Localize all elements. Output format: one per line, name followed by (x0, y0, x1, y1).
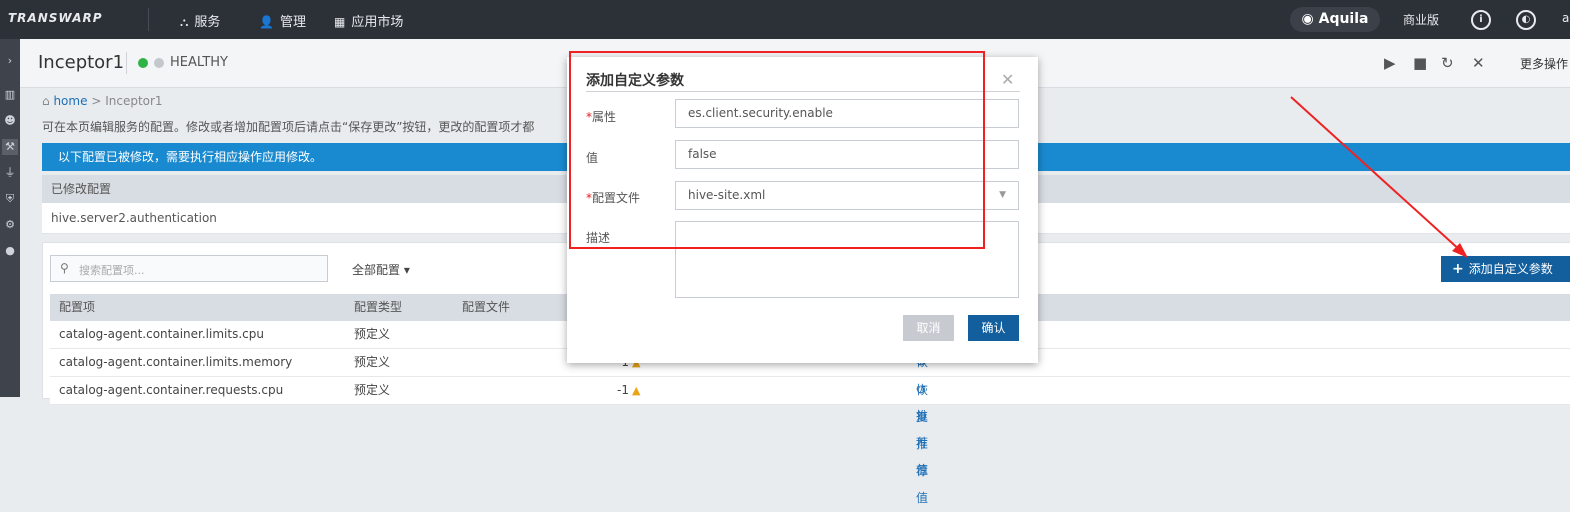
col-config-file: 配置文件 (462, 300, 511, 314)
value-input[interactable]: false (675, 140, 1019, 169)
status-dot-green (138, 58, 148, 68)
breadcrumb: ⌂ home > Inceptor1 (42, 94, 163, 108)
dialog-title: 添加自定义参数 (586, 73, 684, 89)
transwarp-logo[interactable]: TRANSWARP (8, 11, 103, 25)
property-input[interactable]: es.client.security.enable (675, 99, 1019, 128)
cancel-button[interactable]: 取消 (903, 315, 954, 341)
play-icon[interactable]: ▶ (1384, 54, 1396, 72)
logo-divider (148, 8, 149, 31)
search-input[interactable]: ⚲ 搜索配置项... (50, 255, 328, 282)
modified-notice-text: 以下配置已被修改，需要执行相应操作应用修改。 (58, 150, 323, 164)
config-file-select[interactable]: hive-site.xml ▼ (675, 181, 1019, 210)
add-custom-param-button[interactable]: + 添加自定义参数 (1441, 256, 1570, 282)
breadcrumb-separator: > (91, 94, 102, 108)
col-config-type: 配置类型 (354, 300, 403, 314)
stop-icon[interactable]: ■ (1413, 54, 1427, 72)
info-icon[interactable]: i (1471, 10, 1491, 30)
shield-icon[interactable]: ⛨ (2, 191, 18, 207)
nav-services[interactable]: ⛬ 服务 (180, 11, 220, 30)
service-status: HEALTHY (170, 55, 228, 70)
mask-icon[interactable]: ☻ (2, 113, 18, 129)
value-label: 值 (586, 151, 599, 165)
home-icon: ⌂ (42, 94, 50, 108)
user-menu[interactable]: a (1562, 11, 1569, 25)
person-icon: 👤 (259, 15, 274, 29)
user-icon[interactable]: ● (2, 243, 18, 259)
aquila-icon: ◉ (1301, 11, 1319, 27)
nav-app-market[interactable]: ▦ 应用市场 (334, 11, 403, 30)
chevron-down-icon: ▼ (999, 190, 1006, 200)
more-actions-button[interactable]: 更多操作 (1520, 55, 1568, 72)
gears-icon[interactable]: ⚙ (2, 217, 18, 233)
chart-icon[interactable]: ▥ (2, 87, 18, 103)
plug-icon[interactable]: ⏚ (2, 165, 18, 181)
breadcrumb-home[interactable]: home (53, 94, 87, 108)
intro-text: 可在本页编辑服务的配置。修改或者增加配置项后请点击“保存更改”按钮，更改的配置项… (42, 120, 535, 134)
expand-chevron-icon[interactable]: › (2, 53, 18, 69)
left-sidebar: › ▥ ☻ ⚒ ⏚ ⛨ ⚙ ● (0, 39, 20, 397)
cluster-icon: ⛬ (180, 15, 189, 29)
config-tools-icon[interactable]: ⚒ (2, 139, 18, 155)
table-row: catalog-agent.container.requests.cpu 预定义… (50, 377, 1570, 505)
config-file-label: *配置文件 (586, 191, 641, 205)
caret-down-icon: ▾ (400, 263, 410, 277)
service-name: Inceptor1 (38, 52, 125, 73)
product-switcher[interactable]: ◉ Aquila (1290, 7, 1380, 32)
breadcrumb-current: Inceptor1 (105, 94, 163, 108)
status-dot-grey (154, 58, 164, 68)
edition-label[interactable]: 商业版 (1403, 11, 1439, 28)
property-label: *属性 (586, 110, 617, 124)
description-textarea[interactable] (675, 221, 1019, 298)
globe-icon[interactable]: ◐ (1516, 10, 1536, 30)
config-filter-dropdown[interactable]: 全部配置 ▾ (352, 261, 410, 278)
close-icon[interactable]: ✕ (1472, 54, 1485, 72)
dialog-close-icon[interactable]: ✕ (1001, 70, 1014, 89)
description-label: 描述 (586, 231, 611, 245)
search-placeholder: 搜索配置项... (79, 264, 145, 277)
confirm-button[interactable]: 确认 (968, 315, 1019, 341)
col-config-item: 配置项 (59, 300, 96, 314)
warning-icon: ▲ (632, 384, 641, 397)
plus-icon: + (1452, 261, 1464, 277)
grid-icon: ▦ (334, 15, 346, 29)
search-icon: ⚲ (60, 261, 69, 275)
add-custom-param-dialog: 添加自定义参数 ✕ *属性 es.client.security.enable … (567, 57, 1038, 363)
top-navbar: TRANSWARP ⛬ 服务 👤 管理 ▦ 应用市场 ◉ Aquila 商业版 i ◐… (0, 0, 1570, 39)
dialog-divider (586, 91, 1020, 92)
nav-management[interactable]: 👤 管理 (259, 11, 306, 30)
header-divider (126, 52, 127, 74)
restart-icon[interactable]: ↻ (1441, 54, 1454, 72)
